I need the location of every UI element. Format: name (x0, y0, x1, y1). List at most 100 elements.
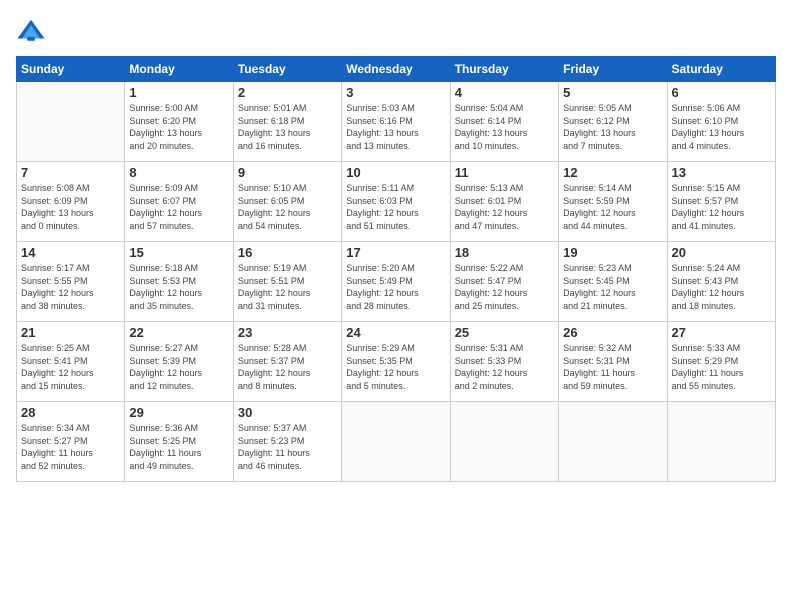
day-info: Sunrise: 5:32 AM Sunset: 5:31 PM Dayligh… (563, 342, 662, 392)
day-header-friday: Friday (559, 57, 667, 82)
calendar-cell: 18 Sunrise: 5:22 AM Sunset: 5:47 PM Dayli… (450, 242, 558, 322)
day-info: Sunrise: 5:27 AM Sunset: 5:39 PM Dayligh… (129, 342, 228, 392)
calendar-cell: 30 Sunrise: 5:37 AM Sunset: 5:23 PM Dayli… (233, 402, 341, 482)
day-number: 26 (563, 325, 662, 340)
day-number: 13 (672, 165, 771, 180)
day-info: Sunrise: 5:24 AM Sunset: 5:43 PM Dayligh… (672, 262, 771, 312)
day-info: Sunrise: 5:33 AM Sunset: 5:29 PM Dayligh… (672, 342, 771, 392)
calendar-cell: 3 Sunrise: 5:03 AM Sunset: 6:16 PM Daylig… (342, 82, 450, 162)
day-number: 17 (346, 245, 445, 260)
day-info: Sunrise: 5:29 AM Sunset: 5:35 PM Dayligh… (346, 342, 445, 392)
day-info: Sunrise: 5:09 AM Sunset: 6:07 PM Dayligh… (129, 182, 228, 232)
day-info: Sunrise: 5:00 AM Sunset: 6:20 PM Dayligh… (129, 102, 228, 152)
day-number: 19 (563, 245, 662, 260)
day-info: Sunrise: 5:14 AM Sunset: 5:59 PM Dayligh… (563, 182, 662, 232)
day-number: 29 (129, 405, 228, 420)
day-number: 30 (238, 405, 337, 420)
day-header-monday: Monday (125, 57, 233, 82)
day-info: Sunrise: 5:37 AM Sunset: 5:23 PM Dayligh… (238, 422, 337, 472)
calendar-cell: 19Sunrise: 5:23 AM Sunset: 5:45 PM Dayli… (559, 242, 667, 322)
day-number: 6 (672, 85, 771, 100)
calendar-cell: 25 Sunrise: 5:31 AM Sunset: 5:33 PM Dayli… (450, 322, 558, 402)
day-number: 21 (21, 325, 120, 340)
day-number: 4 (455, 85, 554, 100)
calendar-cell: 13Sunrise: 5:15 AM Sunset: 5:57 PM Dayli… (667, 162, 775, 242)
day-number: 27 (672, 325, 771, 340)
day-number: 16 (238, 245, 337, 260)
day-info: Sunrise: 5:34 AM Sunset: 5:27 PM Dayligh… (21, 422, 120, 472)
day-number: 25 (455, 325, 554, 340)
day-number: 11 (455, 165, 554, 180)
day-info: Sunrise: 5:20 AM Sunset: 5:49 PM Dayligh… (346, 262, 445, 312)
day-info: Sunrise: 5:06 AM Sunset: 6:10 PM Dayligh… (672, 102, 771, 152)
week-row-3: 14 Sunrise: 5:17 AM Sunset: 5:55 PM Dayli… (17, 242, 776, 322)
day-info: Sunrise: 5:10 AM Sunset: 6:05 PM Dayligh… (238, 182, 337, 232)
calendar-cell: 5 Sunrise: 5:05 AM Sunset: 6:12 PM Daylig… (559, 82, 667, 162)
page: SundayMondayTuesdayWednesdayThursdayFrid… (0, 0, 792, 612)
calendar-header: SundayMondayTuesdayWednesdayThursdayFrid… (17, 57, 776, 82)
day-number: 2 (238, 85, 337, 100)
calendar-cell: 15Sunrise: 5:18 AM Sunset: 5:53 PM Dayli… (125, 242, 233, 322)
day-header-saturday: Saturday (667, 57, 775, 82)
day-number: 3 (346, 85, 445, 100)
day-number: 8 (129, 165, 228, 180)
day-number: 14 (21, 245, 120, 260)
calendar-cell: 12Sunrise: 5:14 AM Sunset: 5:59 PM Dayli… (559, 162, 667, 242)
day-header-sunday: Sunday (17, 57, 125, 82)
calendar-cell: 21 Sunrise: 5:25 AM Sunset: 5:41 PM Dayli… (17, 322, 125, 402)
day-info: Sunrise: 5:25 AM Sunset: 5:41 PM Dayligh… (21, 342, 120, 392)
day-info: Sunrise: 5:03 AM Sunset: 6:16 PM Dayligh… (346, 102, 445, 152)
day-number: 7 (21, 165, 120, 180)
calendar-cell: 26 Sunrise: 5:32 AM Sunset: 5:31 PM Dayli… (559, 322, 667, 402)
day-info: Sunrise: 5:36 AM Sunset: 5:25 PM Dayligh… (129, 422, 228, 472)
day-number: 23 (238, 325, 337, 340)
day-info: Sunrise: 5:22 AM Sunset: 5:47 PM Dayligh… (455, 262, 554, 312)
logo (16, 16, 50, 46)
day-number: 5 (563, 85, 662, 100)
day-info: Sunrise: 5:28 AM Sunset: 5:37 PM Dayligh… (238, 342, 337, 392)
calendar-cell: 29 Sunrise: 5:36 AM Sunset: 5:25 PM Dayli… (125, 402, 233, 482)
calendar-cell: 20 Sunrise: 5:24 AM Sunset: 5:43 PM Dayli… (667, 242, 775, 322)
calendar-cell (342, 402, 450, 482)
day-number: 20 (672, 245, 771, 260)
calendar-body: 1Sunrise: 5:00 AM Sunset: 6:20 PM Daylig… (17, 82, 776, 482)
week-row-5: 28 Sunrise: 5:34 AM Sunset: 5:27 PM Dayli… (17, 402, 776, 482)
calendar-cell (559, 402, 667, 482)
day-info: Sunrise: 5:05 AM Sunset: 6:12 PM Dayligh… (563, 102, 662, 152)
logo-icon (16, 16, 46, 46)
day-info: Sunrise: 5:08 AM Sunset: 6:09 PM Dayligh… (21, 182, 120, 232)
calendar-cell: 24Sunrise: 5:29 AM Sunset: 5:35 PM Dayli… (342, 322, 450, 402)
day-number: 18 (455, 245, 554, 260)
day-number: 28 (21, 405, 120, 420)
calendar-cell (450, 402, 558, 482)
header-row: SundayMondayTuesdayWednesdayThursdayFrid… (17, 57, 776, 82)
calendar-cell: 28 Sunrise: 5:34 AM Sunset: 5:27 PM Dayli… (17, 402, 125, 482)
header (16, 16, 776, 46)
day-info: Sunrise: 5:17 AM Sunset: 5:55 PM Dayligh… (21, 262, 120, 312)
week-row-2: 7 Sunrise: 5:08 AM Sunset: 6:09 PM Daylig… (17, 162, 776, 242)
calendar-cell: 27 Sunrise: 5:33 AM Sunset: 5:29 PM Dayli… (667, 322, 775, 402)
calendar-cell: 16Sunrise: 5:19 AM Sunset: 5:51 PM Dayli… (233, 242, 341, 322)
calendar-cell: 10Sunrise: 5:11 AM Sunset: 6:03 PM Dayli… (342, 162, 450, 242)
calendar-cell: 6 Sunrise: 5:06 AM Sunset: 6:10 PM Daylig… (667, 82, 775, 162)
day-info: Sunrise: 5:11 AM Sunset: 6:03 PM Dayligh… (346, 182, 445, 232)
calendar-cell: 11Sunrise: 5:13 AM Sunset: 6:01 PM Dayli… (450, 162, 558, 242)
calendar-cell: 2 Sunrise: 5:01 AM Sunset: 6:18 PM Daylig… (233, 82, 341, 162)
calendar-cell (17, 82, 125, 162)
day-number: 22 (129, 325, 228, 340)
calendar-cell: 8 Sunrise: 5:09 AM Sunset: 6:07 PM Daylig… (125, 162, 233, 242)
calendar-cell: 22 Sunrise: 5:27 AM Sunset: 5:39 PM Dayli… (125, 322, 233, 402)
day-info: Sunrise: 5:01 AM Sunset: 6:18 PM Dayligh… (238, 102, 337, 152)
day-info: Sunrise: 5:31 AM Sunset: 5:33 PM Dayligh… (455, 342, 554, 392)
day-number: 15 (129, 245, 228, 260)
calendar-cell: 1Sunrise: 5:00 AM Sunset: 6:20 PM Daylig… (125, 82, 233, 162)
calendar-cell: 23 Sunrise: 5:28 AM Sunset: 5:37 PM Dayli… (233, 322, 341, 402)
day-number: 9 (238, 165, 337, 180)
calendar-cell: 17 Sunrise: 5:20 AM Sunset: 5:49 PM Dayli… (342, 242, 450, 322)
calendar-cell: 14 Sunrise: 5:17 AM Sunset: 5:55 PM Dayli… (17, 242, 125, 322)
calendar-cell: 7 Sunrise: 5:08 AM Sunset: 6:09 PM Daylig… (17, 162, 125, 242)
calendar-cell (667, 402, 775, 482)
day-header-wednesday: Wednesday (342, 57, 450, 82)
day-info: Sunrise: 5:04 AM Sunset: 6:14 PM Dayligh… (455, 102, 554, 152)
calendar-cell: 4 Sunrise: 5:04 AM Sunset: 6:14 PM Daylig… (450, 82, 558, 162)
